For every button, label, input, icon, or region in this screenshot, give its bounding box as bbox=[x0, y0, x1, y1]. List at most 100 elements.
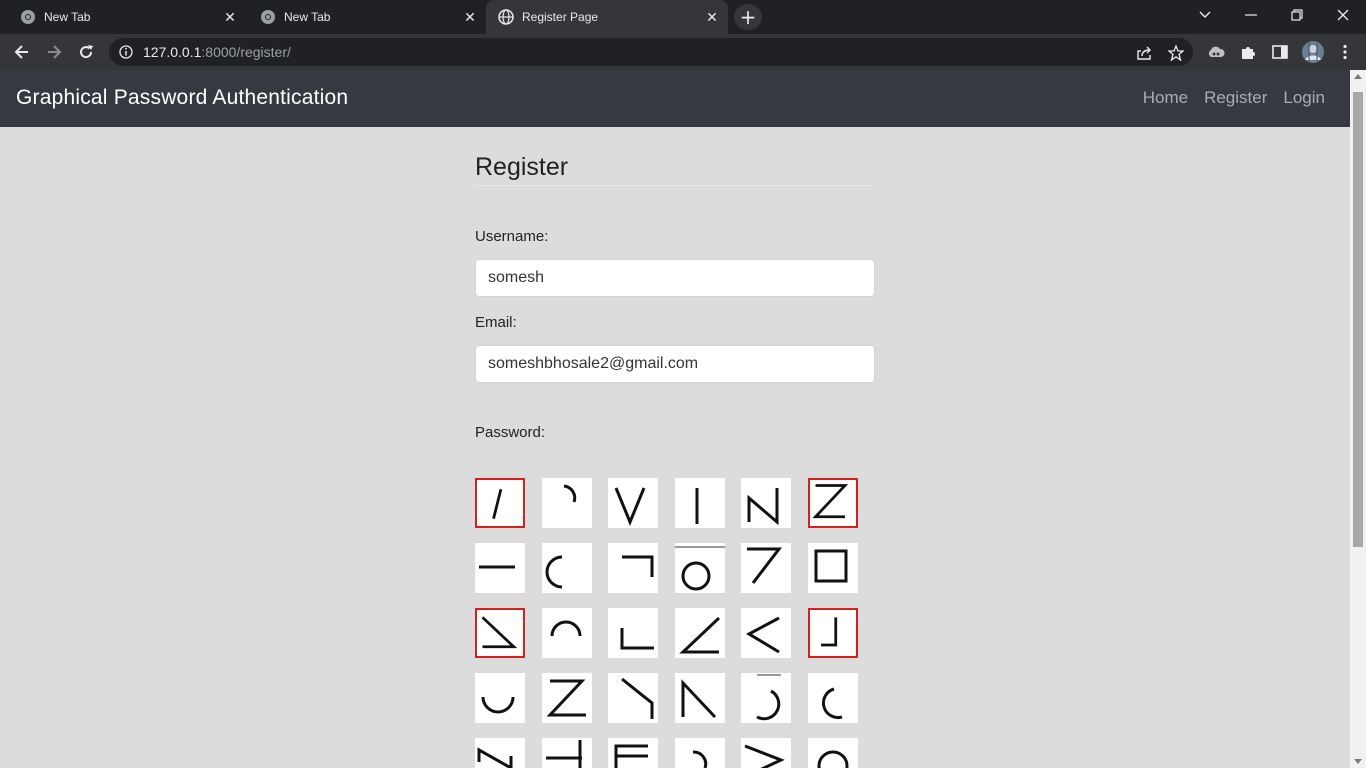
e-partial-glyph-icon bbox=[614, 744, 648, 768]
puzzle-icon[interactable] bbox=[1238, 42, 1258, 62]
chrome-icon bbox=[21, 10, 35, 24]
t-partial-glyph-icon bbox=[545, 740, 582, 768]
tab-close-icon[interactable]: ✕ bbox=[460, 7, 480, 27]
email-input[interactable]: someshbhosale2@gmail.com bbox=[475, 345, 875, 383]
password-tile-greater-partial[interactable] bbox=[741, 738, 791, 768]
info-icon[interactable] bbox=[119, 45, 133, 59]
password-tile-slash[interactable] bbox=[475, 478, 525, 528]
forward-icon[interactable] bbox=[40, 38, 68, 66]
password-tile-corner-bottom-right[interactable] bbox=[807, 608, 858, 658]
n-partial-glyph-icon bbox=[477, 747, 513, 768]
username-input[interactable]: somesh bbox=[475, 259, 875, 297]
password-tile-hook[interactable] bbox=[741, 673, 791, 723]
tab-title: New Tab bbox=[284, 10, 331, 24]
username-label: Username: bbox=[475, 228, 549, 245]
slash-glyph-icon bbox=[492, 488, 503, 519]
password-tile-arc-left[interactable] bbox=[541, 543, 592, 593]
scroll-up-arrow-icon[interactable] bbox=[1354, 74, 1362, 79]
password-tile-z-slant[interactable] bbox=[541, 673, 592, 723]
password-label: Password: bbox=[475, 424, 546, 441]
password-tile-t-partial[interactable] bbox=[541, 738, 592, 768]
password-tile-c-small[interactable] bbox=[807, 673, 858, 723]
page-scrollbar[interactable] bbox=[1350, 70, 1366, 768]
password-tile-circle-bar[interactable] bbox=[674, 543, 725, 593]
kebab-menu-icon[interactable] bbox=[1335, 42, 1355, 62]
password-tile-arch[interactable] bbox=[541, 608, 592, 658]
v-glyph-icon bbox=[614, 487, 646, 526]
password-tile-n[interactable] bbox=[741, 478, 791, 528]
horizontal-line-glyph-icon bbox=[479, 565, 515, 569]
site-navbar: Graphical Password Authentication Home R… bbox=[0, 70, 1350, 127]
page-title: Register bbox=[475, 153, 569, 181]
address-bar[interactable]: 127.0.0.1:8000/register/ bbox=[109, 38, 1193, 66]
tab-close-icon[interactable]: ✕ bbox=[220, 7, 240, 27]
browser-tab-active[interactable]: Register Page ✕ bbox=[486, 0, 728, 34]
arc-partial-glyph-icon bbox=[692, 750, 707, 768]
nav-link-register[interactable]: Register bbox=[1204, 88, 1267, 108]
browser-tab-1[interactable]: New Tab ✕ bbox=[0, 0, 246, 34]
password-tile-vertical-line[interactable] bbox=[674, 478, 725, 528]
password-tile-arc-top-right[interactable] bbox=[541, 478, 592, 528]
email-label: Email: bbox=[475, 314, 517, 331]
corner-bottom-left-glyph-icon bbox=[620, 628, 654, 650]
arc-top-right-glyph-icon bbox=[563, 484, 576, 503]
scroll-down-arrow-icon[interactable] bbox=[1354, 759, 1362, 764]
vertical-line-glyph-icon bbox=[695, 488, 698, 524]
password-tile-square[interactable] bbox=[807, 543, 858, 593]
new-tab-button[interactable]: + bbox=[734, 4, 762, 30]
profile-avatar[interactable] bbox=[1301, 40, 1325, 64]
tab-search-chevron-down-icon[interactable] bbox=[1182, 0, 1228, 30]
extension-cloud-icon[interactable] bbox=[1206, 42, 1226, 62]
url-path: :8000/register/ bbox=[201, 44, 291, 60]
password-tile-v[interactable] bbox=[608, 478, 658, 528]
sidepanel-icon[interactable] bbox=[1270, 42, 1290, 62]
back-icon[interactable] bbox=[8, 38, 36, 66]
circle-bar-glyph-icon bbox=[674, 546, 725, 591]
password-tile-e-partial[interactable] bbox=[608, 738, 658, 768]
password-tile-circle-partial[interactable] bbox=[807, 738, 858, 768]
password-tile-arc-partial[interactable] bbox=[674, 738, 725, 768]
n-glyph-icon bbox=[747, 488, 779, 526]
close-icon[interactable] bbox=[1320, 0, 1366, 30]
title-divider bbox=[475, 185, 873, 186]
password-tile-corner-top-right[interactable] bbox=[608, 543, 658, 593]
password-tile-horizontal-line[interactable] bbox=[475, 543, 525, 593]
browser-tab-2[interactable]: New Tab ✕ bbox=[240, 0, 486, 34]
triangle-down-glyph-icon bbox=[481, 616, 518, 649]
cup-glyph-icon bbox=[481, 696, 515, 714]
minimize-icon[interactable] bbox=[1228, 0, 1274, 30]
corner-bottom-right-glyph-icon bbox=[820, 617, 837, 647]
n-slant-glyph-icon bbox=[681, 679, 716, 719]
z-slant-glyph-icon bbox=[546, 679, 586, 717]
nav-link-home[interactable]: Home bbox=[1143, 88, 1188, 108]
c-small-glyph-icon bbox=[821, 687, 842, 720]
url-text: 127.0.0.1:8000/register/ bbox=[143, 44, 291, 60]
password-tile-n-partial[interactable] bbox=[475, 738, 525, 768]
password-tile-reverse-seven[interactable] bbox=[608, 673, 658, 723]
greater-partial-glyph-icon bbox=[744, 744, 785, 768]
password-tile-cup[interactable] bbox=[475, 673, 525, 723]
password-tile-n-slant[interactable] bbox=[674, 673, 725, 723]
scrollbar-thumb[interactable] bbox=[1353, 92, 1363, 547]
password-tile-z[interactable] bbox=[807, 478, 858, 528]
less-than-glyph-icon bbox=[745, 616, 780, 654]
seven-glyph-icon bbox=[747, 547, 783, 584]
share-icon[interactable] bbox=[1136, 45, 1152, 61]
password-tile-angle[interactable] bbox=[674, 608, 725, 658]
browser-toolbar: 127.0.0.1:8000/register/ bbox=[0, 34, 1366, 70]
page-viewport: Graphical Password Authentication Home R… bbox=[0, 70, 1350, 768]
password-tile-corner-bottom-left[interactable] bbox=[608, 608, 658, 658]
star-icon[interactable] bbox=[1168, 45, 1184, 61]
nav-link-login[interactable]: Login bbox=[1283, 88, 1325, 108]
password-tile-less-than[interactable] bbox=[741, 608, 791, 658]
reverse-seven-glyph-icon bbox=[621, 677, 654, 719]
site-brand[interactable]: Graphical Password Authentication bbox=[16, 86, 348, 110]
tab-close-icon[interactable]: ✕ bbox=[702, 7, 722, 27]
reload-icon[interactable] bbox=[72, 38, 100, 66]
angle-glyph-icon bbox=[678, 616, 720, 654]
restore-icon[interactable] bbox=[1274, 0, 1320, 30]
square-glyph-icon bbox=[814, 549, 847, 583]
password-tile-triangle-down[interactable] bbox=[475, 608, 525, 658]
nav-links: Home Register Login bbox=[1143, 88, 1325, 108]
password-tile-seven[interactable] bbox=[741, 543, 791, 593]
